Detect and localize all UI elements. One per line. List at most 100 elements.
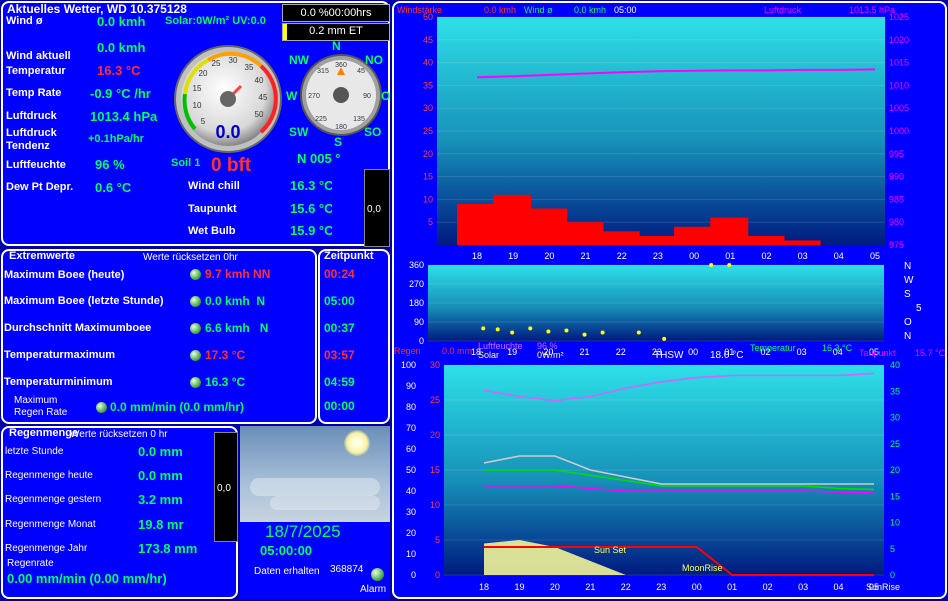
c2-right-label: W	[904, 275, 914, 286]
c3-y-right-tick: 25	[890, 439, 900, 449]
c2-direction-point	[662, 336, 667, 341]
charts-svg: Windstärke 0.0 kmh Wind ø 0.0 kmh 05:00 …	[394, 5, 946, 592]
c3-x-tick: 03	[798, 582, 808, 592]
label-taupunkt: Taupunkt	[188, 203, 237, 215]
c2-direction-point	[546, 329, 551, 334]
c1-wind-label: Windstärke	[397, 5, 442, 15]
c1-y-left-tick: 30	[423, 103, 433, 113]
c2-direction-point	[582, 332, 587, 337]
c3-y-right-tick: 15	[890, 491, 900, 501]
label-temp-rate: Temp Rate	[6, 87, 62, 99]
c3-x-tick: 18	[479, 582, 489, 592]
c2-y-tick: 180	[409, 298, 424, 308]
status-led-icon	[190, 296, 201, 307]
c3-x-tick: 22	[621, 582, 631, 592]
c3-y-right-tick: 5	[890, 544, 895, 554]
c3-y-right-tick: 30	[890, 413, 900, 423]
c1-wind-bar	[493, 194, 532, 245]
c1-x-tick: 04	[834, 251, 844, 261]
rain-title: Regenmenge	[9, 427, 79, 439]
compass-sw: SW	[289, 125, 309, 139]
c3-x-tick: 19	[514, 582, 524, 592]
status-led-icon	[96, 402, 107, 413]
c1-x-tick: 19	[508, 251, 518, 261]
c3-y-right-tick: 20	[890, 465, 900, 475]
value-taupunkt: 15.6 °C	[290, 201, 332, 216]
wind-direction: N 005 °	[297, 151, 341, 166]
value-windchill: 16.3 °C	[290, 178, 332, 193]
alarm-label[interactable]: Alarm	[360, 584, 386, 595]
rain-value: 0.0 mm	[138, 468, 183, 483]
solar-uv: Solar:0W/m² UV:0.0	[165, 15, 266, 27]
sky-image	[240, 426, 390, 522]
c1-y-left-tick: 20	[423, 149, 433, 159]
c3-y-mid-tick: 25	[430, 395, 440, 405]
gauge-tick: 30	[229, 56, 238, 65]
c1-y-right-tick: 975	[889, 240, 904, 250]
c2-direction-point	[564, 328, 569, 333]
c3-y-left-tick: 90	[406, 381, 416, 391]
label-wind-now: Wind aktuell	[6, 50, 71, 62]
c1-wind-now: 0.0 kmh	[484, 5, 516, 15]
c1-time: 05:00	[614, 5, 637, 15]
c3-y-left-tick: 30	[406, 507, 416, 517]
c2-right-label: N	[904, 331, 911, 342]
rain-value: 3.2 mm	[138, 492, 183, 507]
c2-right-label: O	[904, 317, 912, 328]
c3-sunset-label: Sun Set	[594, 545, 627, 555]
c3-regen: 0.0 mm	[442, 346, 472, 356]
c3-x-tick: 00	[692, 582, 702, 592]
c3-taupunkt-label: Taupunkt	[859, 348, 896, 358]
c1-y-left-tick: 5	[428, 217, 433, 227]
c2-direction-point	[510, 330, 515, 335]
extreme-label: Maximum Boee (letzte Stunde)	[4, 295, 164, 307]
c1-y-right-tick: 1015	[889, 58, 909, 68]
c3-moonrise-label: MoonRise	[682, 563, 723, 573]
c2-direction-point	[481, 326, 486, 331]
gauge-tick: 35	[245, 63, 254, 72]
c1-x-tick: 05	[870, 251, 880, 261]
c1-wind-bar	[601, 231, 640, 245]
soil-label: Soil 1	[171, 157, 201, 169]
rain-panel: Regenmenge Werte rücksetzen 0 hr letzte …	[1, 426, 238, 599]
c3-y-left-tick: 40	[406, 486, 416, 496]
zeitpunkt-panel: Zeitpunkt 00:24 05:00 00:37 03:57 04:59 …	[318, 249, 390, 424]
c1-y-right-tick: 1010	[889, 80, 909, 90]
rain-rate-value: 0.00 mm/min (0.00 mm/hr)	[7, 571, 167, 586]
c3-thsw: 18.0 °C	[710, 350, 743, 361]
c1-wind-avg: 0.0 kmh	[574, 5, 606, 15]
c1-y-right-tick: 1005	[889, 103, 909, 113]
rain-reset[interactable]: Werte rücksetzen 0 hr	[70, 429, 168, 440]
rain-value: 173.8 mm	[138, 541, 198, 556]
extreme-time: 00:00	[324, 399, 355, 413]
c3-x-tick: 20	[550, 582, 560, 592]
time-button[interactable]: 0.0 %00:00hrs	[282, 4, 390, 22]
c3-taupunkt: 15.7 °C	[915, 348, 946, 358]
c3-x-tick: 02	[763, 582, 773, 592]
label-temp: Temperatur	[6, 65, 66, 77]
c1-wind-bar	[457, 203, 495, 245]
c3-x-tick: 01	[727, 582, 737, 592]
extreme-label: Temperaturmaximum	[4, 349, 116, 361]
extreme-time: 04:59	[324, 375, 355, 389]
rain-label: letzte Stunde	[5, 446, 64, 457]
c1-x-tick: 02	[761, 251, 771, 261]
rain-value: 0.0 mm	[138, 444, 183, 459]
c1-wind-bar	[529, 208, 568, 245]
extreme-time: 05:00	[324, 294, 355, 308]
rain-label: Regenmenge Jahr	[5, 543, 88, 554]
value-wind-avg: 0.0 kmh	[97, 14, 146, 29]
c2-x-tick: 22	[616, 347, 626, 357]
rain-label: Regenmenge gestern	[5, 494, 102, 505]
c3-x-tick: 04	[834, 582, 844, 592]
et-button[interactable]: 0.2 mm ET	[282, 23, 390, 41]
extreme-label: Maximum Regen Rate	[14, 395, 68, 418]
value-pressure-trend: +0.1hPa/hr	[88, 133, 144, 145]
extremes-reset[interactable]: Werte rücksetzen 0hr	[143, 252, 238, 263]
rain-label: Regenmenge Monat	[5, 519, 96, 530]
compass-tick: 90	[363, 93, 371, 100]
extreme-value: 0.0 kmh N	[205, 294, 266, 308]
c1-y-right-tick: 1020	[889, 35, 909, 45]
rain-side-box-value: 0,0	[217, 483, 231, 494]
gauge-tick: 5	[201, 117, 206, 126]
